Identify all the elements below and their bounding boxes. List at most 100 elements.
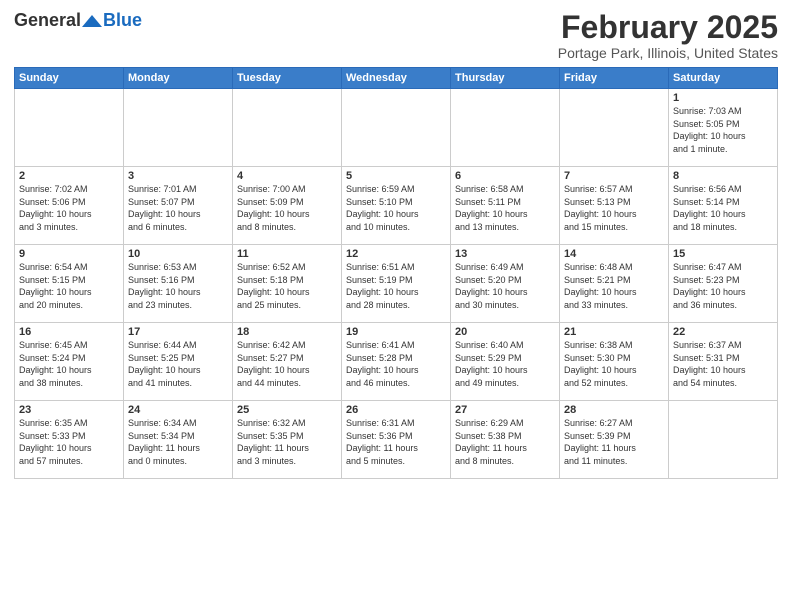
calendar-cell: 17Sunrise: 6:44 AM Sunset: 5:25 PM Dayli… <box>124 323 233 401</box>
day-info: Sunrise: 7:02 AM Sunset: 5:06 PM Dayligh… <box>19 183 119 233</box>
day-info: Sunrise: 6:37 AM Sunset: 5:31 PM Dayligh… <box>673 339 773 389</box>
day-info: Sunrise: 6:47 AM Sunset: 5:23 PM Dayligh… <box>673 261 773 311</box>
calendar-cell <box>15 89 124 167</box>
weekday-header-row: SundayMondayTuesdayWednesdayThursdayFrid… <box>15 68 778 89</box>
calendar-cell: 15Sunrise: 6:47 AM Sunset: 5:23 PM Dayli… <box>669 245 778 323</box>
day-info: Sunrise: 6:32 AM Sunset: 5:35 PM Dayligh… <box>237 417 337 467</box>
day-info: Sunrise: 6:58 AM Sunset: 5:11 PM Dayligh… <box>455 183 555 233</box>
day-info: Sunrise: 6:29 AM Sunset: 5:38 PM Dayligh… <box>455 417 555 467</box>
day-info: Sunrise: 6:56 AM Sunset: 5:14 PM Dayligh… <box>673 183 773 233</box>
calendar-cell: 6Sunrise: 6:58 AM Sunset: 5:11 PM Daylig… <box>451 167 560 245</box>
calendar-cell <box>669 401 778 479</box>
calendar-cell: 3Sunrise: 7:01 AM Sunset: 5:07 PM Daylig… <box>124 167 233 245</box>
week-row-5: 23Sunrise: 6:35 AM Sunset: 5:33 PM Dayli… <box>15 401 778 479</box>
day-number: 28 <box>564 404 664 416</box>
day-number: 25 <box>237 404 337 416</box>
calendar-cell: 20Sunrise: 6:40 AM Sunset: 5:29 PM Dayli… <box>451 323 560 401</box>
calendar-cell: 10Sunrise: 6:53 AM Sunset: 5:16 PM Dayli… <box>124 245 233 323</box>
calendar-cell: 18Sunrise: 6:42 AM Sunset: 5:27 PM Dayli… <box>233 323 342 401</box>
day-number: 5 <box>346 170 446 182</box>
day-number: 2 <box>19 170 119 182</box>
day-info: Sunrise: 6:44 AM Sunset: 5:25 PM Dayligh… <box>128 339 228 389</box>
calendar-cell: 5Sunrise: 6:59 AM Sunset: 5:10 PM Daylig… <box>342 167 451 245</box>
day-number: 22 <box>673 326 773 338</box>
day-number: 6 <box>455 170 555 182</box>
day-info: Sunrise: 6:48 AM Sunset: 5:21 PM Dayligh… <box>564 261 664 311</box>
week-row-1: 1Sunrise: 7:03 AM Sunset: 5:05 PM Daylig… <box>15 89 778 167</box>
week-row-4: 16Sunrise: 6:45 AM Sunset: 5:24 PM Dayli… <box>15 323 778 401</box>
calendar-cell: 19Sunrise: 6:41 AM Sunset: 5:28 PM Dayli… <box>342 323 451 401</box>
calendar-cell: 26Sunrise: 6:31 AM Sunset: 5:36 PM Dayli… <box>342 401 451 479</box>
day-info: Sunrise: 6:27 AM Sunset: 5:39 PM Dayligh… <box>564 417 664 467</box>
day-info: Sunrise: 7:03 AM Sunset: 5:05 PM Dayligh… <box>673 105 773 155</box>
month-title: February 2025 <box>558 10 778 45</box>
day-number: 26 <box>346 404 446 416</box>
day-number: 1 <box>673 92 773 104</box>
calendar-cell: 28Sunrise: 6:27 AM Sunset: 5:39 PM Dayli… <box>560 401 669 479</box>
day-number: 21 <box>564 326 664 338</box>
calendar-cell <box>124 89 233 167</box>
weekday-header-sunday: Sunday <box>15 68 124 89</box>
calendar-table: SundayMondayTuesdayWednesdayThursdayFrid… <box>14 67 778 479</box>
calendar-cell: 2Sunrise: 7:02 AM Sunset: 5:06 PM Daylig… <box>15 167 124 245</box>
page: General Blue February 2025 Portage Park,… <box>0 0 792 612</box>
calendar-cell: 9Sunrise: 6:54 AM Sunset: 5:15 PM Daylig… <box>15 245 124 323</box>
calendar-cell: 1Sunrise: 7:03 AM Sunset: 5:05 PM Daylig… <box>669 89 778 167</box>
day-info: Sunrise: 6:42 AM Sunset: 5:27 PM Dayligh… <box>237 339 337 389</box>
day-info: Sunrise: 6:35 AM Sunset: 5:33 PM Dayligh… <box>19 417 119 467</box>
day-number: 18 <box>237 326 337 338</box>
day-number: 14 <box>564 248 664 260</box>
day-number: 3 <box>128 170 228 182</box>
day-number: 17 <box>128 326 228 338</box>
logo-general-text: General <box>14 10 81 31</box>
week-row-3: 9Sunrise: 6:54 AM Sunset: 5:15 PM Daylig… <box>15 245 778 323</box>
weekday-header-monday: Monday <box>124 68 233 89</box>
calendar-cell: 23Sunrise: 6:35 AM Sunset: 5:33 PM Dayli… <box>15 401 124 479</box>
day-number: 11 <box>237 248 337 260</box>
day-number: 13 <box>455 248 555 260</box>
calendar-cell: 22Sunrise: 6:37 AM Sunset: 5:31 PM Dayli… <box>669 323 778 401</box>
day-info: Sunrise: 6:49 AM Sunset: 5:20 PM Dayligh… <box>455 261 555 311</box>
calendar-cell: 11Sunrise: 6:52 AM Sunset: 5:18 PM Dayli… <box>233 245 342 323</box>
day-info: Sunrise: 7:00 AM Sunset: 5:09 PM Dayligh… <box>237 183 337 233</box>
calendar-cell: 12Sunrise: 6:51 AM Sunset: 5:19 PM Dayli… <box>342 245 451 323</box>
day-info: Sunrise: 6:57 AM Sunset: 5:13 PM Dayligh… <box>564 183 664 233</box>
week-row-2: 2Sunrise: 7:02 AM Sunset: 5:06 PM Daylig… <box>15 167 778 245</box>
day-number: 24 <box>128 404 228 416</box>
calendar-cell <box>233 89 342 167</box>
calendar-cell: 21Sunrise: 6:38 AM Sunset: 5:30 PM Dayli… <box>560 323 669 401</box>
header: General Blue February 2025 Portage Park,… <box>14 10 778 61</box>
day-number: 4 <box>237 170 337 182</box>
day-info: Sunrise: 6:45 AM Sunset: 5:24 PM Dayligh… <box>19 339 119 389</box>
weekday-header-wednesday: Wednesday <box>342 68 451 89</box>
calendar-cell: 4Sunrise: 7:00 AM Sunset: 5:09 PM Daylig… <box>233 167 342 245</box>
calendar-cell: 24Sunrise: 6:34 AM Sunset: 5:34 PM Dayli… <box>124 401 233 479</box>
day-info: Sunrise: 6:40 AM Sunset: 5:29 PM Dayligh… <box>455 339 555 389</box>
day-number: 10 <box>128 248 228 260</box>
calendar-cell: 14Sunrise: 6:48 AM Sunset: 5:21 PM Dayli… <box>560 245 669 323</box>
title-block: February 2025 Portage Park, Illinois, Un… <box>558 10 778 61</box>
calendar-cell: 25Sunrise: 6:32 AM Sunset: 5:35 PM Dayli… <box>233 401 342 479</box>
weekday-header-thursday: Thursday <box>451 68 560 89</box>
day-info: Sunrise: 6:52 AM Sunset: 5:18 PM Dayligh… <box>237 261 337 311</box>
logo: General Blue <box>14 10 142 31</box>
calendar-cell <box>342 89 451 167</box>
weekday-header-saturday: Saturday <box>669 68 778 89</box>
day-info: Sunrise: 6:41 AM Sunset: 5:28 PM Dayligh… <box>346 339 446 389</box>
day-info: Sunrise: 6:53 AM Sunset: 5:16 PM Dayligh… <box>128 261 228 311</box>
calendar-cell: 8Sunrise: 6:56 AM Sunset: 5:14 PM Daylig… <box>669 167 778 245</box>
day-number: 7 <box>564 170 664 182</box>
day-number: 16 <box>19 326 119 338</box>
logo-icon <box>82 13 102 29</box>
calendar-cell <box>451 89 560 167</box>
day-number: 27 <box>455 404 555 416</box>
day-number: 15 <box>673 248 773 260</box>
calendar-cell: 27Sunrise: 6:29 AM Sunset: 5:38 PM Dayli… <box>451 401 560 479</box>
day-info: Sunrise: 6:38 AM Sunset: 5:30 PM Dayligh… <box>564 339 664 389</box>
day-info: Sunrise: 6:31 AM Sunset: 5:36 PM Dayligh… <box>346 417 446 467</box>
calendar-cell: 13Sunrise: 6:49 AM Sunset: 5:20 PM Dayli… <box>451 245 560 323</box>
day-number: 9 <box>19 248 119 260</box>
day-number: 19 <box>346 326 446 338</box>
day-number: 12 <box>346 248 446 260</box>
weekday-header-friday: Friday <box>560 68 669 89</box>
